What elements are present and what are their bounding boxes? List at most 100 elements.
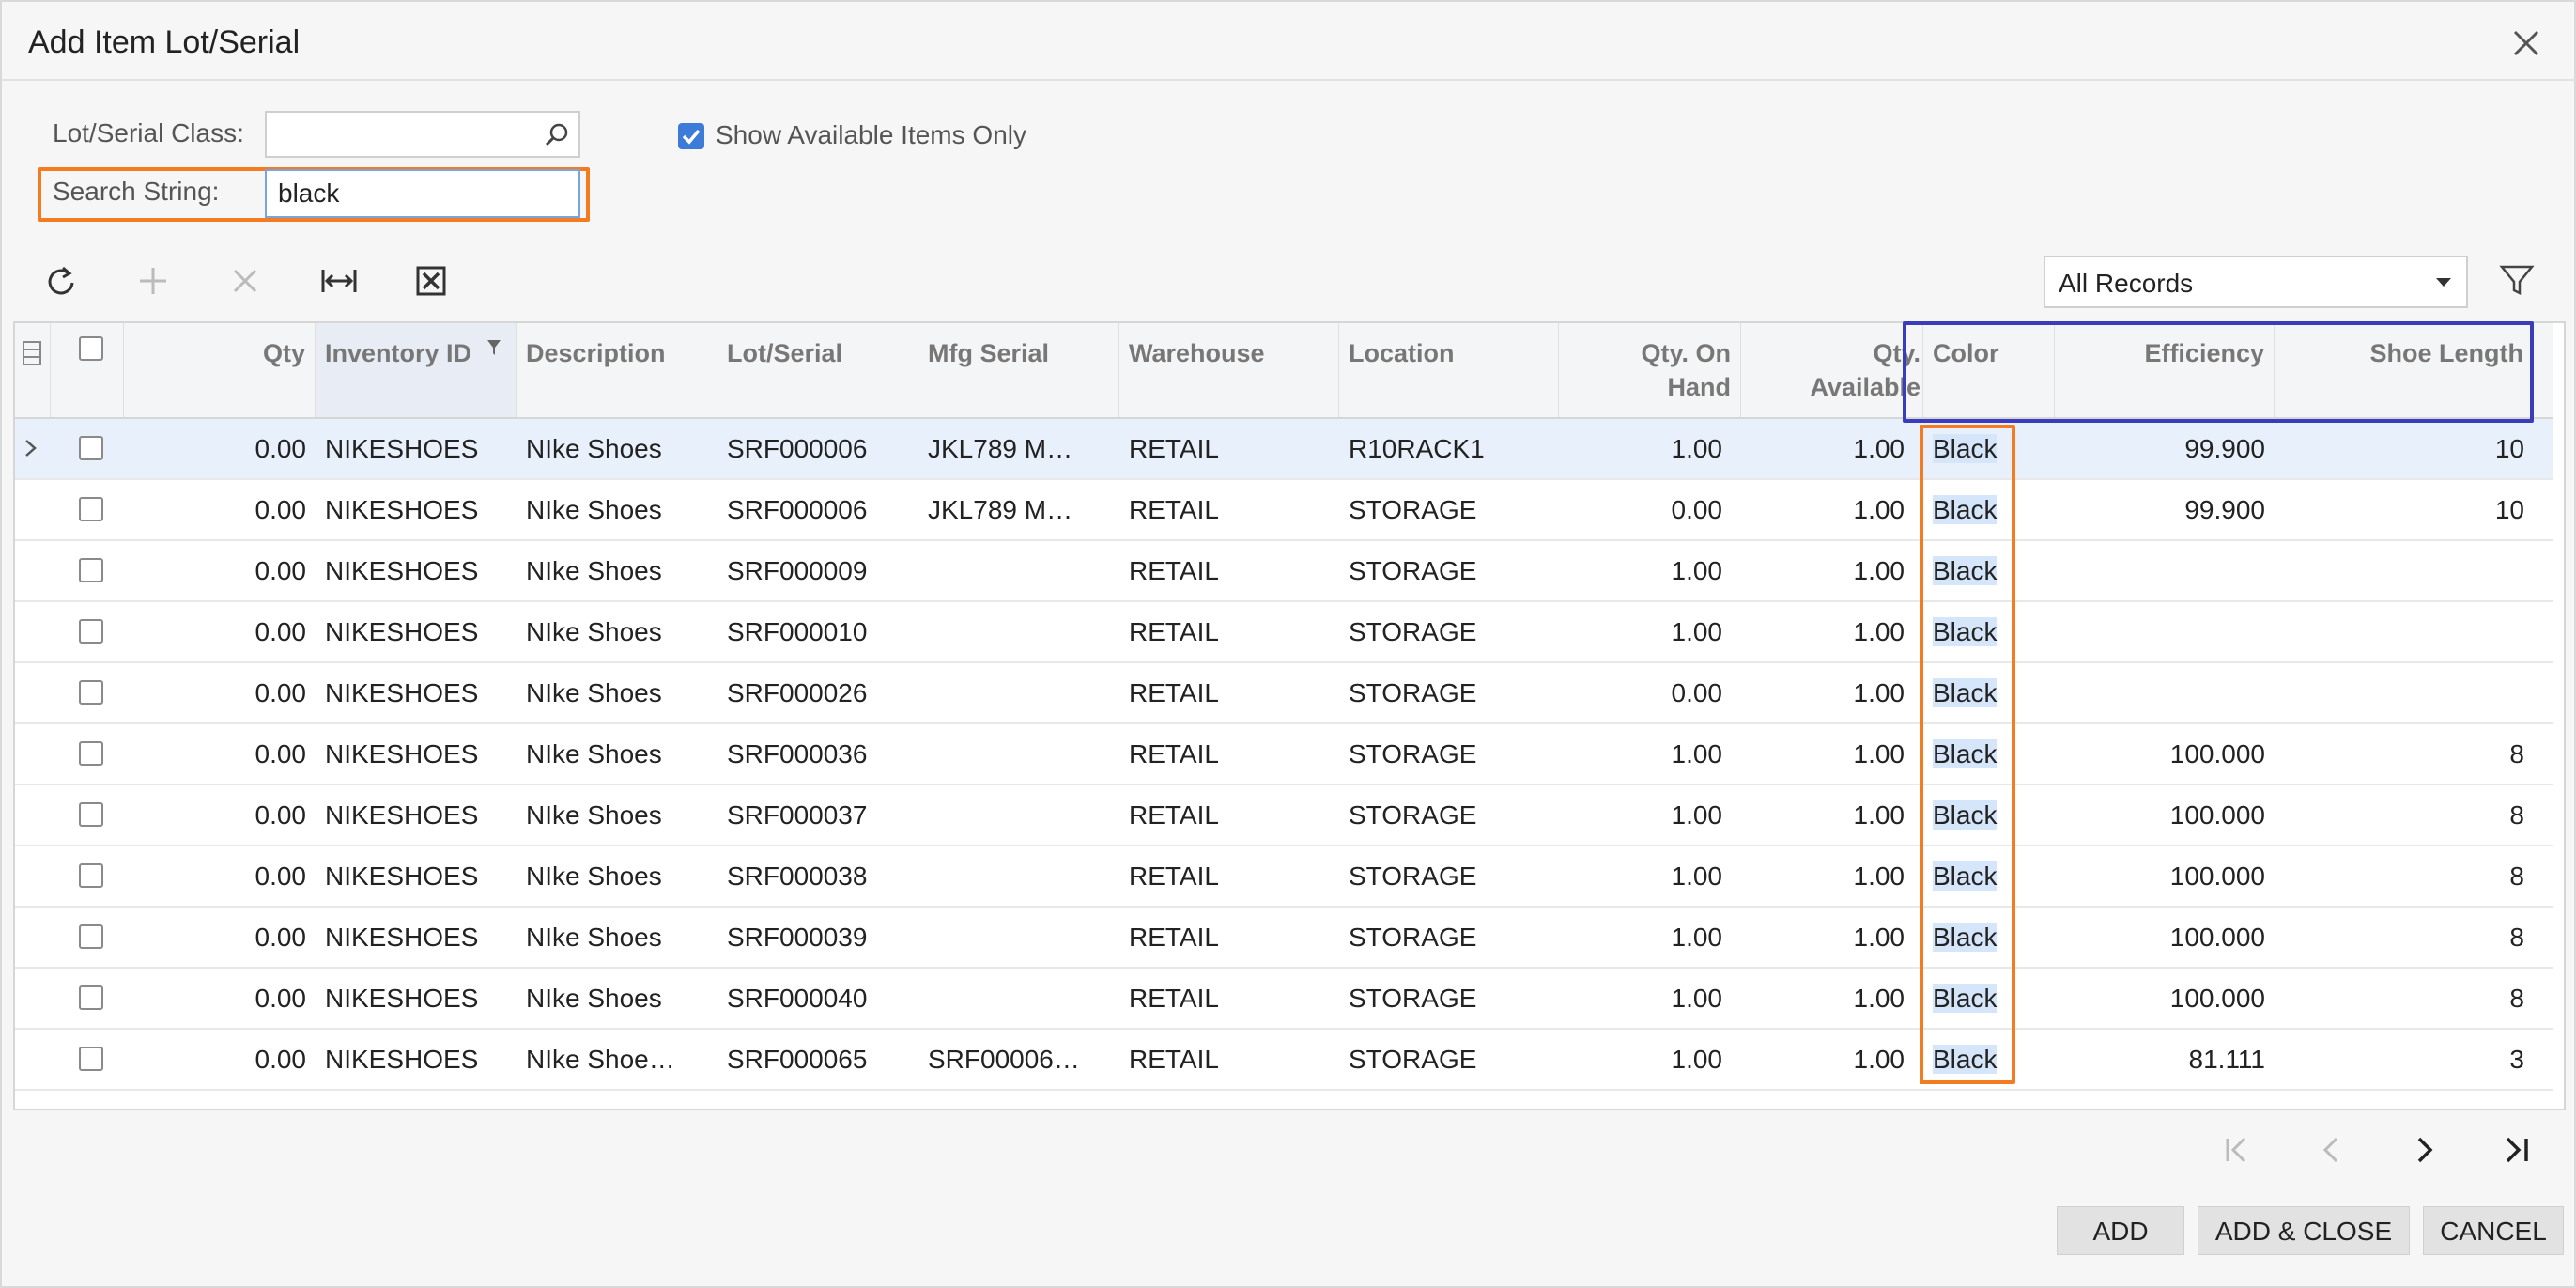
search-string-field[interactable] — [265, 169, 580, 218]
cell-warehouse: RETAIL — [1129, 495, 1219, 524]
cell-qty-available: 1.00 — [1853, 861, 1905, 891]
row-select-checkbox[interactable] — [51, 1030, 124, 1089]
refresh-icon[interactable] — [39, 259, 83, 303]
row-indicator — [15, 541, 51, 600]
table-row[interactable]: 0.00 NIKESHOES NIke Shoes SRF000036 RETAIL ST… — [15, 724, 2553, 785]
table-row[interactable]: 0.00 NIKESHOES NIke Shoes SRF000038 RETAIL ST… — [15, 846, 2553, 908]
cell-location: STORAGE — [1349, 800, 1477, 830]
cell-efficiency — [2055, 541, 2275, 600]
cell-qty: 0.00 — [255, 495, 307, 524]
table-row[interactable]: 0.00 NIKESHOES NIke Shoes SRF000006 JKL789 M… — [15, 419, 2553, 480]
cell-lot-serial: SRF000006 — [727, 495, 868, 524]
cell-lot-serial: SRF000040 — [727, 984, 868, 1013]
row-select-checkbox[interactable] — [51, 663, 124, 722]
cell-description: NIke Shoes — [526, 923, 662, 952]
records-filter-select[interactable]: All Records — [2044, 256, 2468, 308]
cell-warehouse: RETAIL — [1129, 984, 1219, 1013]
cell-lot-serial: SRF000039 — [727, 923, 868, 952]
cell-lot-serial: SRF000065 — [727, 1045, 868, 1074]
col-qty-available[interactable]: Qty. Available — [1741, 323, 1923, 417]
cell-qty: 0.00 — [255, 556, 307, 585]
export-excel-icon[interactable] — [409, 259, 453, 303]
last-page-icon[interactable] — [2496, 1129, 2537, 1171]
col-mfg-serial[interactable]: Mfg Serial — [918, 323, 1119, 417]
cell-efficiency: 100.000 — [2169, 861, 2265, 891]
table-row[interactable]: 0.00 NIKESHOES NIke Shoes SRF000040 RETAIL ST… — [15, 969, 2553, 1030]
cell-inventory-id: NIKESHOES — [325, 556, 479, 585]
cell-qty-available: 1.00 — [1853, 800, 1905, 830]
table-row[interactable]: 0.00 NIKESHOES NIke Shoes SRF000010 RETAIL ST… — [15, 602, 2553, 663]
row-select-checkbox[interactable] — [51, 969, 124, 1028]
col-description[interactable]: Description — [517, 323, 717, 417]
row-select-checkbox[interactable] — [51, 602, 124, 661]
first-page-icon[interactable] — [2216, 1129, 2258, 1171]
cell-mfg-serial — [918, 602, 1119, 661]
cell-lot-serial: SRF000038 — [727, 861, 868, 891]
row-select-checkbox[interactable] — [51, 419, 124, 478]
cell-qty-available: 1.00 — [1853, 984, 1905, 1013]
cell-location: STORAGE — [1349, 923, 1477, 952]
col-qty[interactable]: Qty — [124, 323, 316, 417]
cell-efficiency: 100.000 — [2169, 984, 2265, 1013]
row-indicator — [15, 908, 51, 967]
row-select-checkbox[interactable] — [51, 846, 124, 906]
cell-mfg-serial — [918, 785, 1119, 845]
cell-location: STORAGE — [1349, 678, 1477, 707]
row-select-checkbox[interactable] — [51, 785, 124, 845]
row-settings-icon[interactable] — [15, 323, 51, 417]
show-available-checkbox[interactable] — [678, 123, 704, 149]
cell-lot-serial: SRF000010 — [727, 617, 868, 646]
add-and-close-button[interactable]: ADD & CLOSE — [2198, 1206, 2410, 1255]
cell-qty-on-hand: 1.00 — [1671, 984, 1723, 1013]
table-row[interactable]: 0.00 NIKESHOES NIke Shoe… SRF000065 SRF00006… — [15, 1030, 2553, 1091]
search-string-input[interactable] — [278, 178, 567, 209]
row-select-checkbox[interactable] — [51, 541, 124, 600]
records-filter-value: All Records — [2059, 269, 2194, 298]
row-select-checkbox[interactable] — [51, 480, 124, 539]
table-row[interactable]: 0.00 NIKESHOES NIke Shoes SRF000037 RETAIL ST… — [15, 785, 2553, 846]
col-qty-on-hand[interactable]: Qty. On Hand — [1559, 323, 1741, 417]
fit-columns-icon[interactable] — [317, 259, 361, 303]
table-row[interactable]: 0.00 NIKESHOES NIke Shoes SRF000006 JKL789 M… — [15, 480, 2553, 541]
row-select-checkbox[interactable] — [51, 724, 124, 784]
cell-qty: 0.00 — [255, 678, 307, 707]
cell-location: STORAGE — [1349, 495, 1477, 524]
cell-efficiency: 100.000 — [2169, 923, 2265, 952]
cell-qty-on-hand: 1.00 — [1671, 739, 1723, 768]
table-row[interactable]: 0.00 NIKESHOES NIke Shoes SRF000026 RETAIL ST… — [15, 663, 2553, 724]
cancel-button[interactable]: CANCEL — [2423, 1206, 2564, 1255]
col-inventory-id-label: Inventory ID — [325, 339, 472, 367]
close-icon[interactable] — [2507, 24, 2545, 62]
row-indicator — [15, 846, 51, 906]
cell-warehouse: RETAIL — [1129, 556, 1219, 585]
cell-mfg-serial: SRF00006… — [928, 1045, 1080, 1074]
col-location[interactable]: Location — [1339, 323, 1559, 417]
filter-icon[interactable] — [2496, 259, 2537, 301]
cell-inventory-id: NIKESHOES — [325, 739, 479, 768]
search-icon[interactable] — [543, 121, 571, 149]
next-page-icon[interactable] — [2404, 1129, 2445, 1171]
cell-shoe-length: 8 — [2509, 984, 2524, 1013]
previous-page-icon[interactable] — [2310, 1129, 2352, 1171]
col-lot-serial[interactable]: Lot/Serial — [717, 323, 918, 417]
cell-qty-on-hand: 0.00 — [1671, 678, 1723, 707]
cell-qty-on-hand: 0.00 — [1671, 495, 1723, 524]
row-select-checkbox[interactable] — [51, 908, 124, 967]
delete-row-icon[interactable] — [224, 259, 267, 303]
cell-qty: 0.00 — [255, 617, 307, 646]
add-row-icon[interactable] — [131, 259, 175, 303]
cell-shoe-length: 8 — [2509, 923, 2524, 952]
cell-qty-available: 1.00 — [1853, 434, 1905, 463]
lot-serial-class-field[interactable] — [265, 111, 580, 158]
cell-inventory-id: NIKESHOES — [325, 617, 479, 646]
table-row[interactable]: 0.00 NIKESHOES NIke Shoes SRF000009 RETAIL ST… — [15, 541, 2553, 602]
select-all-checkbox[interactable] — [51, 323, 124, 417]
col-warehouse[interactable]: Warehouse — [1119, 323, 1339, 417]
cell-mfg-serial — [918, 846, 1119, 906]
col-inventory-id[interactable]: Inventory ID — [316, 323, 517, 417]
cell-qty: 0.00 — [255, 923, 307, 952]
add-button[interactable]: ADD — [2057, 1206, 2184, 1255]
cell-description: NIke Shoe… — [526, 1045, 675, 1074]
table-row[interactable]: 0.00 NIKESHOES NIke Shoes SRF000039 RETAIL ST… — [15, 908, 2553, 969]
chevron-down-icon — [2436, 278, 2451, 287]
